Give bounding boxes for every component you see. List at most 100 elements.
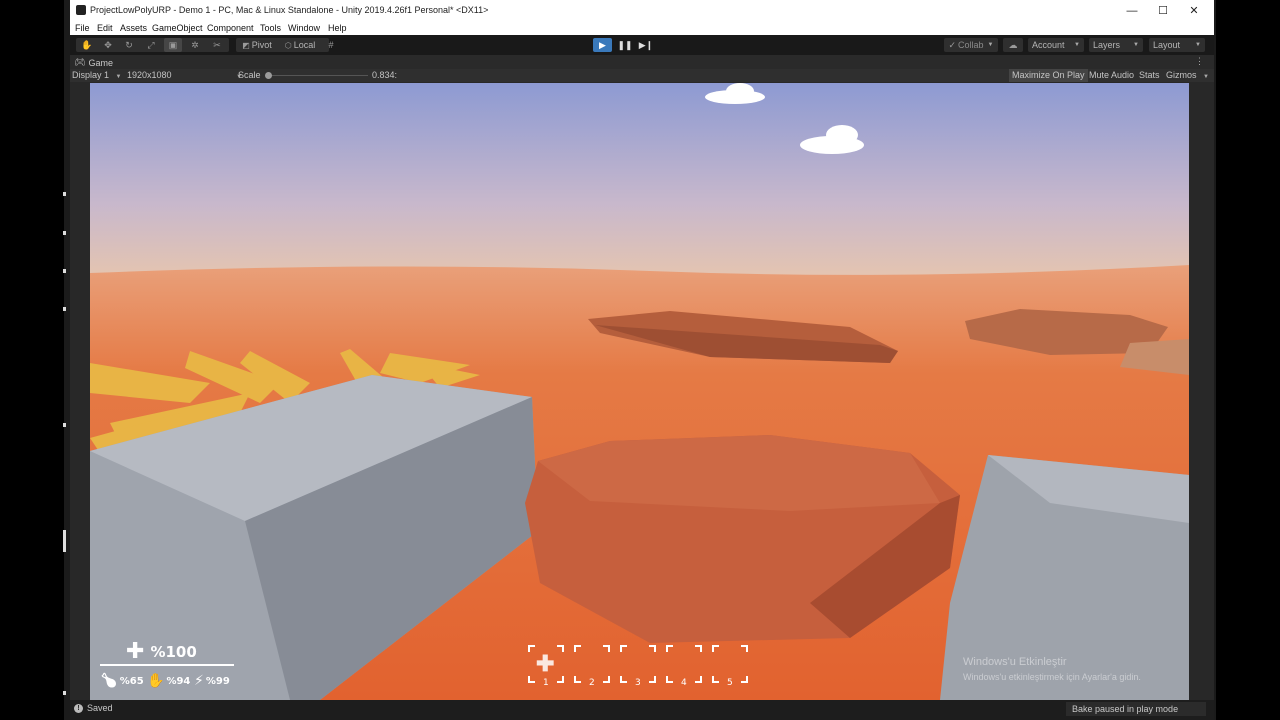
- mute-audio-toggle[interactable]: Mute Audio: [1086, 69, 1137, 82]
- chevron-down-icon: ▼: [987, 42, 994, 48]
- display-label: Display 1: [72, 70, 110, 80]
- maximize-button[interactable]: ☐: [1147, 0, 1179, 21]
- account-dropdown[interactable]: Account ▼: [1028, 38, 1084, 52]
- rotate-tool-icon[interactable]: ↻: [120, 38, 138, 52]
- hotbar-slot-2[interactable]: 2: [574, 645, 610, 688]
- selected-plus-icon: ✚: [536, 651, 555, 676]
- layers-label: Layers: [1093, 40, 1121, 50]
- grid-snap-icon[interactable]: #: [324, 38, 338, 52]
- rect-tool-icon[interactable]: ▣: [164, 38, 182, 52]
- hunger-stat: 🍗︎ %65: [100, 673, 144, 689]
- display-dropdown[interactable]: Display 1 ▼: [72, 70, 121, 80]
- local-toggle[interactable]: ⬡ Local: [282, 38, 318, 52]
- health-value: %100: [150, 643, 197, 661]
- window-title: ProjectLowPolyURP - Demo 1 - PC, Mac & L…: [90, 5, 489, 15]
- account-label: Account: [1032, 40, 1065, 50]
- hotbar-slot-5[interactable]: 5: [712, 645, 748, 688]
- watermark-subtitle: Windows'u etkinleştirmek için Ayarlar'a …: [963, 672, 1141, 682]
- main-toolbar: ✋ ✥ ↻ ⤢ ▣ ✲ ✂ ◩ Pivot ⬡ Local # ▶ ❚❚ ▶❙ …: [70, 35, 1214, 55]
- lightning-icon: ⚡︎: [194, 673, 204, 689]
- status-bar: ! Saved Bake paused in play mode: [70, 700, 1214, 720]
- hunger-value: %65: [119, 675, 144, 687]
- custom-tool-icon[interactable]: ✂: [208, 38, 226, 52]
- hotbar-slot-3[interactable]: 3: [620, 645, 656, 688]
- maximize-on-play-toggle[interactable]: Maximize On Play: [1009, 69, 1088, 82]
- layers-dropdown[interactable]: Layers ▼: [1089, 38, 1143, 52]
- slot-number: 3: [635, 678, 641, 688]
- collab-button[interactable]: ✓ Collab ▼: [944, 38, 998, 52]
- cloud-icon[interactable]: ☁: [1003, 38, 1023, 52]
- pause-button[interactable]: ❚❚: [616, 38, 634, 52]
- desktop-right-strip: [1214, 0, 1280, 720]
- slot-number: 2: [589, 678, 595, 688]
- slot-number: 5: [727, 678, 733, 688]
- resolution-label: 1920x1080: [127, 70, 172, 80]
- scale-slider-track[interactable]: [268, 75, 368, 76]
- pivot-icon: ◩: [242, 40, 250, 50]
- collab-label: Collab: [958, 40, 984, 50]
- edge-marker: [63, 269, 66, 273]
- local-label: Local: [293, 40, 316, 50]
- menu-help[interactable]: Help: [328, 23, 347, 33]
- pivot-toggle[interactable]: ◩ Pivot: [239, 38, 275, 52]
- collab-icon: ✓: [948, 39, 957, 50]
- hotbar: ✚ 1 2 3 4 5: [528, 645, 752, 689]
- edge-marker: [63, 231, 66, 235]
- unity-icon: [76, 5, 86, 15]
- desert-scene: [90, 83, 1189, 700]
- energy-value: %99: [205, 675, 230, 687]
- chevron-down-icon: ▼: [115, 74, 122, 80]
- layout-label: Layout: [1153, 40, 1181, 50]
- hotbar-slot-4[interactable]: 4: [666, 645, 702, 688]
- hud-divider: [100, 664, 234, 666]
- scale-value: 0.834:: [372, 70, 398, 80]
- chevron-down-icon: ▼: [1133, 42, 1139, 48]
- minimize-button[interactable]: —: [1116, 0, 1148, 21]
- menu-tools[interactable]: Tools: [260, 23, 281, 33]
- menu-edit[interactable]: Edit: [97, 23, 113, 33]
- menu-component[interactable]: Component: [207, 23, 254, 33]
- scale-slider-handle[interactable]: [265, 72, 272, 79]
- bake-status[interactable]: Bake paused in play mode: [1066, 702, 1206, 716]
- kebab-menu-icon[interactable]: ⋮: [1195, 56, 1204, 67]
- info-icon: !: [74, 703, 83, 713]
- hand-icon: ✋: [147, 673, 165, 689]
- health-plus-icon: ✚: [126, 639, 145, 664]
- hotbar-slot-1[interactable]: ✚ 1: [528, 645, 564, 688]
- chevron-down-icon: ▼: [1203, 74, 1209, 80]
- scale-tool-icon[interactable]: ⤢: [142, 38, 160, 52]
- unity-editor-window: ProjectLowPolyURP - Demo 1 - PC, Mac & L…: [70, 0, 1214, 720]
- resolution-dropdown[interactable]: 1920x1080 ▼: [127, 70, 242, 80]
- layout-dropdown[interactable]: Layout ▼: [1149, 38, 1205, 52]
- energy-stat: ⚡︎ %99: [194, 673, 230, 689]
- chevron-down-icon: ▼: [1074, 42, 1080, 48]
- game-viewport[interactable]: ✚ %100 🍗︎ %65 ✋ %94 ⚡︎ %99 ✚ 1 2 3 4 5 W…: [90, 83, 1189, 700]
- transform-tool-icon[interactable]: ✲: [186, 38, 204, 52]
- tab-game[interactable]: 🎮︎ Game: [74, 57, 113, 68]
- gamepad-icon: 🎮︎: [74, 57, 86, 67]
- health-indicator: ✚ %100: [126, 639, 197, 664]
- saved-label: Saved: [87, 703, 113, 713]
- gizmos-dropdown[interactable]: Gizmos ▼: [1163, 69, 1212, 82]
- watermark-title: Windows'u Etkinleştir: [963, 656, 1067, 668]
- hand-tool-icon[interactable]: ✋: [78, 38, 96, 52]
- desktop-left-strip: [0, 0, 70, 720]
- step-button[interactable]: ▶❙: [637, 38, 655, 52]
- slot-number: 4: [681, 678, 687, 688]
- stats-toggle[interactable]: Stats: [1136, 69, 1163, 82]
- edge-marker: [63, 691, 66, 695]
- tab-game-label: Game: [88, 57, 113, 68]
- chevron-down-icon: ▼: [1195, 42, 1201, 48]
- game-tab-bar: 🎮︎ Game ⋮: [70, 55, 1214, 69]
- close-button[interactable]: ✕: [1178, 0, 1210, 21]
- menu-assets[interactable]: Assets: [120, 23, 147, 33]
- edge-marker: [63, 530, 66, 552]
- menu-window[interactable]: Window: [288, 23, 320, 33]
- move-tool-icon[interactable]: ✥: [99, 38, 117, 52]
- menu-file[interactable]: File: [75, 23, 90, 33]
- edge-marker: [63, 307, 66, 311]
- play-button[interactable]: ▶: [593, 38, 612, 52]
- menu-gameobject[interactable]: GameObject: [152, 23, 203, 33]
- edge-marker: [63, 423, 66, 427]
- activation-watermark: Windows'u Etkinleştir Windows'u etkinleş…: [963, 655, 1141, 685]
